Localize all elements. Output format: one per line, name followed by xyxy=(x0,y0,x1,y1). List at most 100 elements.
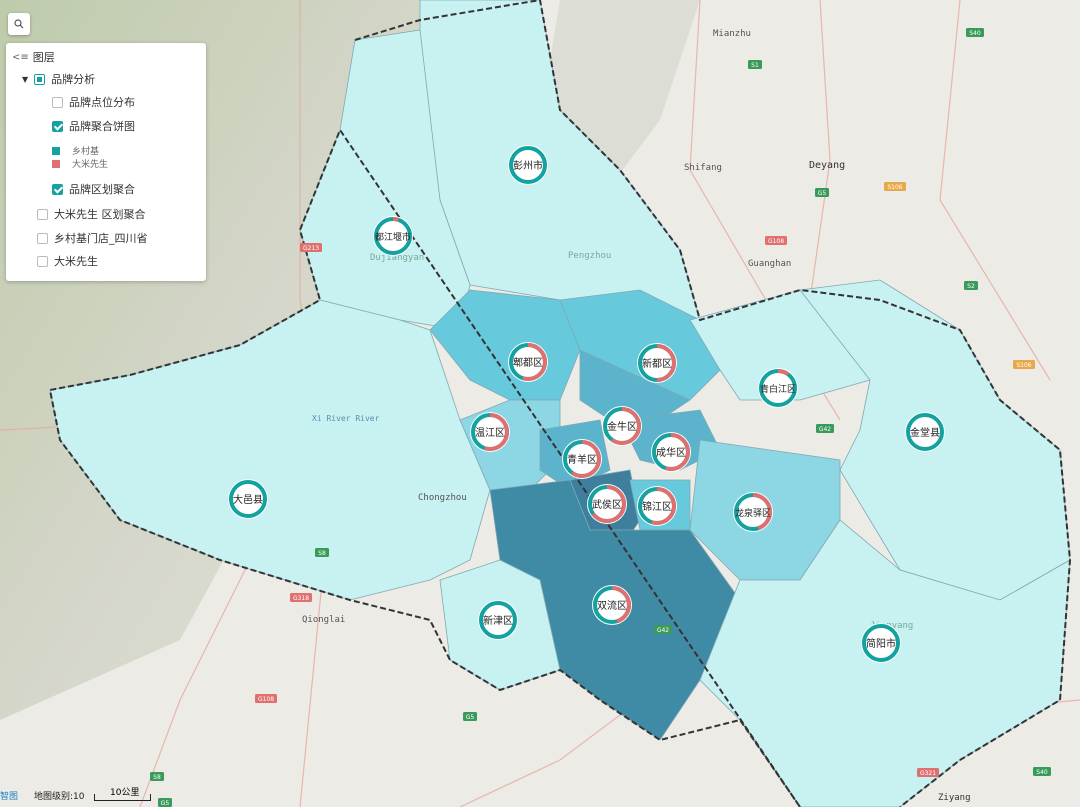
checkbox-pie-aggregation[interactable] xyxy=(52,120,63,132)
label-qionglai: Qionglai xyxy=(302,615,345,625)
district-label: 武侯区 xyxy=(592,498,622,511)
layer-panel-title: 图层 xyxy=(32,51,55,64)
checkbox-dami-region[interactable] xyxy=(37,208,48,220)
road-shield-label: G213 xyxy=(303,245,319,252)
road-shield: G108 xyxy=(765,236,787,245)
layer-label: 大米先生 xyxy=(54,255,98,268)
checkbox-damixiansheng[interactable] xyxy=(37,255,48,267)
district-marker[interactable]: 彭州市 xyxy=(508,145,548,185)
district-label: 大邑县 xyxy=(233,493,263,506)
district-marker[interactable]: 新津区 xyxy=(478,600,518,640)
search-icon xyxy=(14,19,24,29)
district-label: 温江区 xyxy=(475,427,505,439)
district-marker[interactable]: 金堂县 xyxy=(905,412,945,452)
district-label: 锦江区 xyxy=(642,500,672,513)
legend-label: 乡村基 xyxy=(72,147,100,157)
road-shield: G318 xyxy=(290,593,312,602)
checkbox-brand-analysis[interactable] xyxy=(34,73,46,85)
road-shield-label: S40 xyxy=(969,30,981,37)
road-shield-label: G318 xyxy=(293,595,309,602)
legend-entry-damixiansheng: 大米先生 xyxy=(52,157,108,170)
road-shield: S2 xyxy=(964,281,978,290)
checkbox-region-aggregation[interactable] xyxy=(52,183,63,195)
checkbox-xiangcunji-stores[interactable] xyxy=(37,232,48,244)
layer-item-xiangcunji-stores[interactable]: 乡村基门店_四川省 xyxy=(37,230,148,246)
district-marker[interactable]: 青羊区 xyxy=(562,439,602,479)
layer-label: 大米先生 区划聚合 xyxy=(54,208,146,221)
layer-group-brand-analysis[interactable]: ▼ 品牌分析 xyxy=(22,71,95,87)
checkbox-point-distribution[interactable] xyxy=(52,96,63,108)
district-marker[interactable]: 大邑县 xyxy=(228,479,268,519)
road-shield: G5 xyxy=(815,188,829,197)
label-shifang: Shifang xyxy=(684,163,722,173)
caret-down-icon[interactable]: ▼ xyxy=(22,75,28,84)
layer-item-region-aggregation[interactable]: 品牌区划聚合 xyxy=(52,181,135,197)
district-label: 郫都区 xyxy=(513,356,543,369)
district-marker[interactable]: 龙泉驿区 xyxy=(733,492,773,532)
district-marker[interactable]: 金牛区 xyxy=(602,406,642,446)
district-marker[interactable]: 新都区 xyxy=(637,343,677,383)
label-ziyang: Ziyang xyxy=(938,793,971,803)
legend-entry-xiangcunji: 乡村基 xyxy=(52,144,99,157)
road-shield: S1 xyxy=(748,60,762,69)
district-marker[interactable]: 武侯区 xyxy=(587,484,627,524)
road-shield: G321 xyxy=(917,768,939,777)
road-shield-label: G321 xyxy=(920,770,936,777)
district-label: 青白江区 xyxy=(760,383,796,395)
map-footer: 智图 地图级别:10 xyxy=(0,787,180,807)
district-marker[interactable]: 简阳市 xyxy=(861,623,901,663)
road-shield: S106 xyxy=(884,182,906,191)
district-marker[interactable]: 成华区 xyxy=(651,432,691,472)
district-label: 彭州市 xyxy=(513,159,543,172)
legend-label: 大米先生 xyxy=(72,160,109,170)
layer-label: 品牌分析 xyxy=(51,73,96,86)
district-label: 金堂县 xyxy=(910,426,940,439)
road-shield-label: G5 xyxy=(466,714,475,721)
district-label: 金牛区 xyxy=(607,420,637,433)
district-label: 成华区 xyxy=(656,446,686,459)
road-shield: S40 xyxy=(1033,767,1051,776)
road-shield-label: S1 xyxy=(751,62,759,69)
district-label: 龙泉驿区 xyxy=(735,507,771,519)
layer-item-point-distribution[interactable]: 品牌点位分布 xyxy=(52,94,135,110)
road-shield-label: S8 xyxy=(318,550,326,557)
logo-text: 智图 xyxy=(0,792,19,802)
district-marker[interactable]: 青白江区 xyxy=(758,368,798,408)
road-shield-label: G42 xyxy=(657,627,669,634)
district-marker[interactable]: 郫都区 xyxy=(508,342,548,382)
search-button[interactable] xyxy=(8,13,30,35)
layer-item-dami-region[interactable]: 大米先生 区划聚合 xyxy=(37,206,146,222)
district-marker[interactable]: 双流区 xyxy=(592,585,632,625)
road-shield-label: G5 xyxy=(818,190,827,197)
label-xi-river: Xi River River xyxy=(312,414,380,423)
road-shield: G42 xyxy=(654,625,672,634)
label-guanghan: Guanghan xyxy=(748,259,791,269)
label-chongzhou: Chongzhou xyxy=(418,493,467,503)
layer-label: 品牌聚合饼图 xyxy=(69,120,135,133)
district-label: 新都区 xyxy=(642,357,672,370)
zoom-level-label: 地图级别:10 xyxy=(34,792,85,802)
road-shield: G108 xyxy=(255,694,277,703)
layer-item-pie-aggregation[interactable]: 品牌聚合饼图 xyxy=(52,118,135,134)
road-shield: S40 xyxy=(966,28,984,37)
collapse-icon[interactable]: <≡ xyxy=(12,52,29,63)
layer-panel-header: <≡ 图层 xyxy=(12,49,55,65)
district-marker[interactable]: 锦江区 xyxy=(637,486,677,526)
label-mianzhu: Mianzhu xyxy=(713,29,751,39)
road-shield-label: S106 xyxy=(887,184,902,191)
layer-panel: <≡ 图层 ▼ 品牌分析 品牌点位分布 品牌聚合饼图 乡村基 大米先生 品牌区划… xyxy=(6,43,206,281)
district-label: 青羊区 xyxy=(567,453,597,466)
layer-label: 品牌点位分布 xyxy=(69,96,135,109)
layer-label: 乡村基门店_四川省 xyxy=(54,232,148,245)
label-pengzhou: Pengzhou xyxy=(568,251,611,261)
road-shield-label: S2 xyxy=(967,283,975,290)
district-marker[interactable]: 温江区 xyxy=(470,412,510,452)
layer-label: 品牌区划聚合 xyxy=(69,183,135,196)
road-shield: S8 xyxy=(150,772,164,781)
road-shield-label: S106 xyxy=(1016,362,1031,369)
district-marker[interactable]: 都江堰市 xyxy=(373,216,413,256)
road-shield: G42 xyxy=(816,424,834,433)
district-label: 双流区 xyxy=(597,599,627,612)
district-label: 新津区 xyxy=(483,614,513,627)
layer-item-damixiansheng[interactable]: 大米先生 xyxy=(37,253,98,269)
